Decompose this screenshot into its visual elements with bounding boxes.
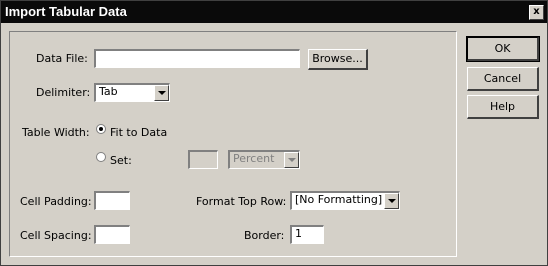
format-top-row-select[interactable]: [No Formatting] — [290, 191, 400, 210]
close-icon[interactable]: x — [529, 5, 544, 20]
set-width-input[interactable] — [188, 150, 218, 169]
cell-padding-input[interactable] — [94, 191, 130, 210]
chevron-down-icon[interactable] — [384, 193, 399, 209]
data-file-label: Data File: — [36, 52, 88, 65]
fit-to-data-radio[interactable] — [96, 124, 106, 134]
cell-spacing-label: Cell Spacing: — [20, 229, 92, 242]
cell-padding-label: Cell Padding: — [20, 195, 92, 208]
format-top-row-value: [No Formatting] — [295, 193, 383, 206]
cell-spacing-input[interactable] — [94, 225, 130, 244]
help-button[interactable]: Help — [467, 95, 539, 119]
table-width-label: Table Width: — [22, 126, 90, 139]
browse-button[interactable]: Browse... — [308, 49, 368, 70]
data-file-input[interactable] — [94, 49, 300, 68]
border-label: Border: — [244, 229, 285, 242]
cancel-button[interactable]: Cancel — [467, 67, 539, 91]
title-bar[interactable]: Import Tabular Data x — [1, 1, 547, 23]
chevron-down-icon[interactable] — [154, 85, 169, 101]
delimiter-value: Tab — [99, 85, 118, 98]
border-input[interactable]: 1 — [290, 225, 324, 244]
format-top-row-label: Format Top Row: — [196, 195, 287, 208]
options-panel: Data File: Browse... Delimiter: Tab Tabl… — [9, 31, 457, 257]
width-unit-select[interactable]: Percent — [228, 150, 300, 169]
ok-button[interactable]: OK — [466, 36, 540, 62]
dialog-title: Import Tabular Data — [5, 4, 127, 19]
fit-to-data-label: Fit to Data — [110, 126, 168, 139]
import-tabular-data-dialog: Import Tabular Data x Data File: Browse.… — [0, 0, 548, 266]
delimiter-select[interactable]: Tab — [94, 83, 170, 102]
set-width-radio[interactable] — [96, 152, 106, 162]
delimiter-label: Delimiter: — [36, 86, 91, 99]
chevron-down-icon[interactable] — [284, 152, 299, 168]
set-width-label: Set: — [110, 154, 132, 167]
width-unit-value: Percent — [233, 152, 275, 165]
